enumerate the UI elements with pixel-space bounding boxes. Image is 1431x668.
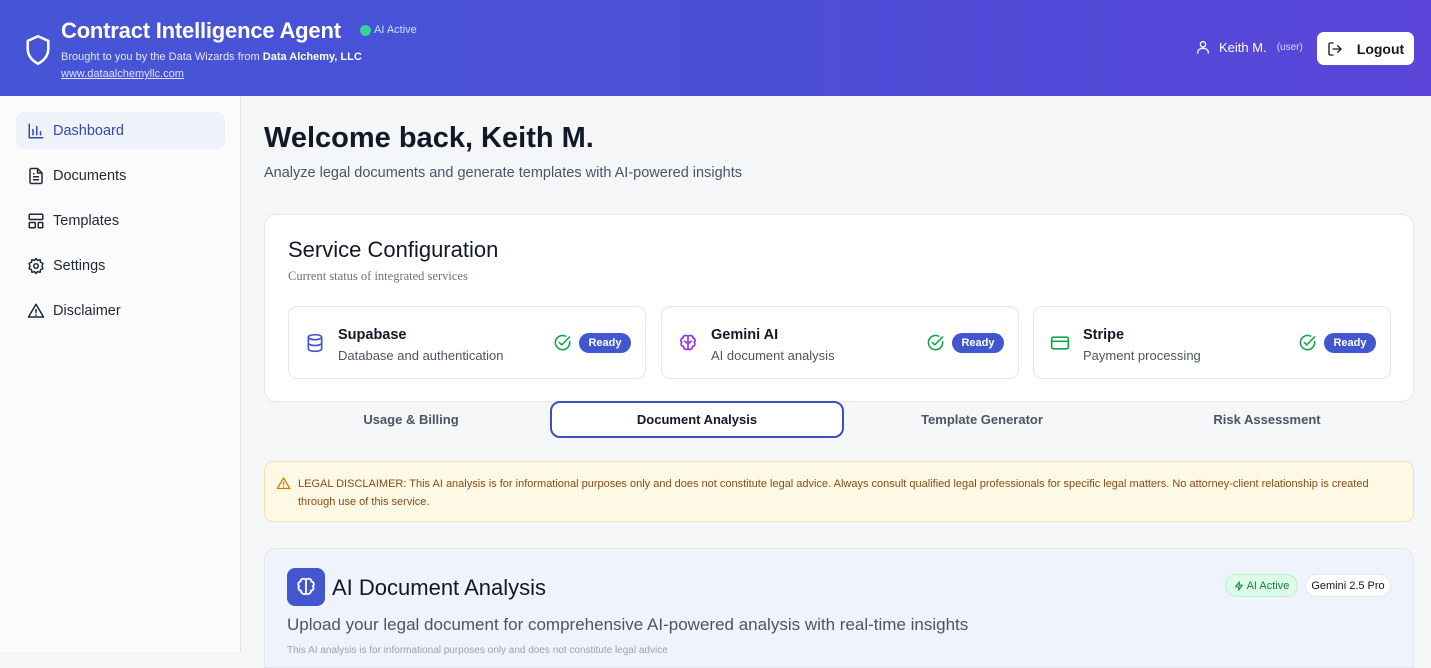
logout-icon [1328,41,1342,56]
tagline-company: Data Alchemy, LLC [262,51,362,63]
user-icon [1197,41,1209,54]
service-description: AI document analysis [711,348,835,363]
gear-icon [28,257,44,274]
sidebar-item-documents[interactable]: Documents [16,157,225,194]
service-config-subtitle: Current status of integrated services [288,269,468,283]
tagline-prefix: Brought to you by the Data Wizards from [61,51,263,63]
logout-label: Logout [1356,40,1405,57]
service-config-card: Service Configuration Current status of … [264,214,1414,402]
check-circle-icon [927,334,944,351]
credit-card-icon [1050,336,1070,350]
tab-bar: Usage & Billing Document Analysis Templa… [264,401,1414,441]
ai-active-label: AI Active [1246,579,1290,592]
ai-status-indicator: AI Active [360,24,417,36]
ai-active-badge: AI Active [1225,574,1298,597]
service-card-gemini: Gemini AI AI document analysis Ready [661,306,1019,379]
analysis-title: AI Document Analysis [332,575,546,600]
service-description: Payment processing [1083,348,1201,363]
tab-template-generator[interactable]: Template Generator [835,401,1129,438]
page-subtitle: Analyze legal documents and generate tem… [264,165,742,181]
file-text-icon [29,167,43,184]
tab-risk-assessment[interactable]: Risk Assessment [1120,401,1414,438]
sidebar-item-label: Templates [53,212,120,229]
tagline: Brought to you by the Data Wizards from … [61,51,362,63]
legal-disclaimer-banner: LEGAL DISCLAIMER: This AI analysis is fo… [264,461,1414,522]
sidebar: Dashboard Documents Templates Settings D… [0,96,241,652]
analysis-icon-box [287,568,325,606]
user-role: (user) [1276,41,1303,53]
service-card-stripe: Stripe Payment processing Ready [1033,306,1391,379]
service-config-title: Service Configuration [288,237,499,262]
status-dot-icon [360,24,371,36]
disclaimer-text: LEGAL DISCLAIMER: This AI analysis is fo… [298,478,1369,508]
analysis-subtitle: Upload your legal document for comprehen… [287,615,969,634]
sidebar-item-label: Disclaimer [53,302,121,319]
app-header: Contract Intelligence Agent AI Active Br… [0,0,1431,96]
status-badge: Ready [1324,333,1376,353]
service-name: Stripe [1083,327,1125,343]
app-title: Contract Intelligence Agent [61,18,341,43]
check-circle-icon [554,334,571,351]
clipped-disclaimer-note: This AI analysis is for informational pu… [287,645,668,656]
brain-icon [297,577,315,596]
shield-icon [26,35,50,65]
warning-icon [27,303,45,318]
status-badge: Ready [952,333,1004,353]
service-card-supabase: Supabase Database and authentication Rea… [288,306,646,379]
sidebar-item-settings[interactable]: Settings [16,247,225,284]
ai-document-analysis-card: AI Document Analysis Upload your legal d… [264,548,1414,668]
sidebar-item-label: Dashboard [53,122,124,139]
lightning-icon [1234,580,1243,591]
service-description: Database and authentication [338,348,504,363]
tab-document-analysis[interactable]: Document Analysis [550,401,844,438]
check-circle-icon [1299,334,1316,351]
warning-icon [276,477,291,490]
sidebar-item-dashboard[interactable]: Dashboard [16,112,225,149]
page-title: Welcome back, Keith M. [264,122,594,154]
brain-icon [680,334,696,351]
user-info[interactable]: Keith M. (user) [1195,39,1303,55]
ai-status-label: AI Active [374,24,417,36]
database-icon [307,333,323,353]
sidebar-item-label: Settings [53,257,106,274]
main-content: Welcome back, Keith M. Analyze legal doc… [241,96,1431,668]
service-name: Gemini AI [711,327,779,343]
user-name: Keith M. [1219,39,1267,55]
logout-button[interactable]: Logout [1317,32,1414,65]
sidebar-item-disclaimer[interactable]: Disclaimer [16,292,225,329]
sidebar-item-templates[interactable]: Templates [16,202,225,239]
status-badge: Ready [579,333,631,353]
tab-usage-billing[interactable]: Usage & Billing [264,401,558,438]
sidebar-item-label: Documents [53,167,127,184]
bar-chart-icon [28,123,44,138]
service-name: Supabase [338,327,407,343]
layout-icon [28,213,44,228]
website-link[interactable]: www.dataalchemyllc.com [61,68,184,80]
model-badge: Gemini 2.5 Pro [1305,574,1391,597]
